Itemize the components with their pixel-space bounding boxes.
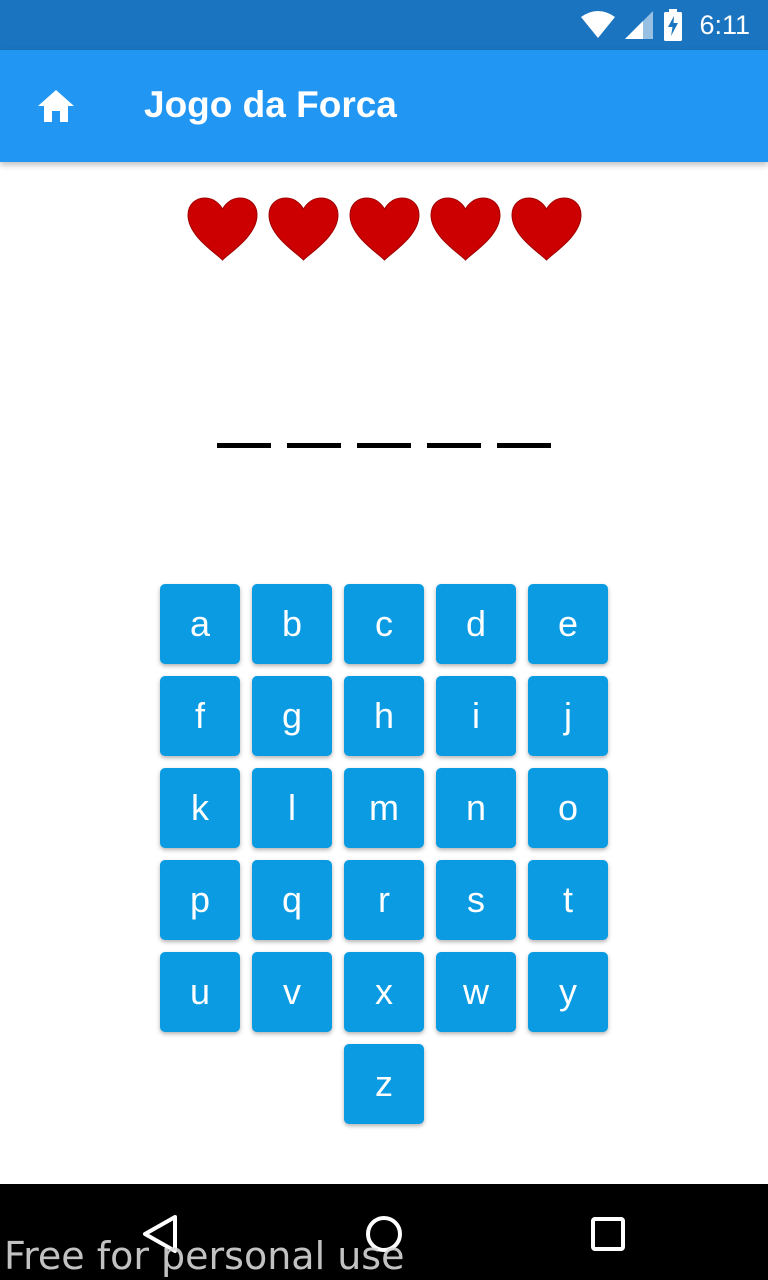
key-s[interactable]: s bbox=[436, 860, 516, 940]
app-bar: Jogo da Forca bbox=[0, 50, 768, 162]
heart-icon bbox=[348, 197, 420, 261]
key-z[interactable]: z bbox=[344, 1044, 424, 1124]
key-r[interactable]: r bbox=[344, 860, 424, 940]
lives-indicator bbox=[0, 196, 768, 262]
key-e[interactable]: e bbox=[528, 584, 608, 664]
key-w[interactable]: w bbox=[436, 952, 516, 1032]
key-g[interactable]: g bbox=[252, 676, 332, 756]
key-o[interactable]: o bbox=[528, 768, 608, 848]
watermark-text: Free for personal use bbox=[4, 1234, 405, 1278]
letter-slot bbox=[497, 410, 551, 456]
key-c[interactable]: c bbox=[344, 584, 424, 664]
key-f[interactable]: f bbox=[160, 676, 240, 756]
key-u[interactable]: u bbox=[160, 952, 240, 1032]
page-title: Jogo da Forca bbox=[144, 84, 397, 125]
letter-slot bbox=[427, 410, 481, 456]
key-m[interactable]: m bbox=[344, 768, 424, 848]
status-bar: 6:11 bbox=[0, 0, 768, 50]
key-n[interactable]: n bbox=[436, 768, 516, 848]
heart-icon bbox=[267, 197, 339, 261]
key-p[interactable]: p bbox=[160, 860, 240, 940]
recents-button[interactable] bbox=[584, 1210, 632, 1258]
wifi-icon bbox=[581, 11, 616, 38]
signal-icon bbox=[625, 11, 654, 39]
key-y[interactable]: y bbox=[528, 952, 608, 1032]
key-q[interactable]: q bbox=[252, 860, 332, 940]
home-button[interactable] bbox=[34, 86, 78, 126]
key-b[interactable]: b bbox=[252, 584, 332, 664]
key-k[interactable]: k bbox=[160, 768, 240, 848]
key-t[interactable]: t bbox=[528, 860, 608, 940]
letter-slot bbox=[287, 410, 341, 456]
letter-slot bbox=[357, 410, 411, 456]
key-v[interactable]: v bbox=[252, 952, 332, 1032]
letter-slot bbox=[217, 410, 271, 456]
key-l[interactable]: l bbox=[252, 768, 332, 848]
key-i[interactable]: i bbox=[436, 676, 516, 756]
key-a[interactable]: a bbox=[160, 584, 240, 664]
recents-icon bbox=[591, 1217, 625, 1251]
key-d[interactable]: d bbox=[436, 584, 516, 664]
heart-icon bbox=[186, 197, 258, 261]
home-icon bbox=[38, 90, 74, 122]
hidden-word bbox=[0, 410, 768, 456]
heart-icon bbox=[510, 197, 582, 261]
key-h[interactable]: h bbox=[344, 676, 424, 756]
battery-charging-icon bbox=[664, 9, 683, 41]
status-icons: 6:11 bbox=[581, 8, 750, 42]
key-x[interactable]: x bbox=[344, 952, 424, 1032]
key-j[interactable]: j bbox=[528, 676, 608, 756]
letter-keyboard: abcde fghij klmno pqrst uvxwy z bbox=[160, 584, 608, 1124]
status-time: 6:11 bbox=[699, 9, 750, 40]
heart-icon bbox=[429, 197, 501, 261]
